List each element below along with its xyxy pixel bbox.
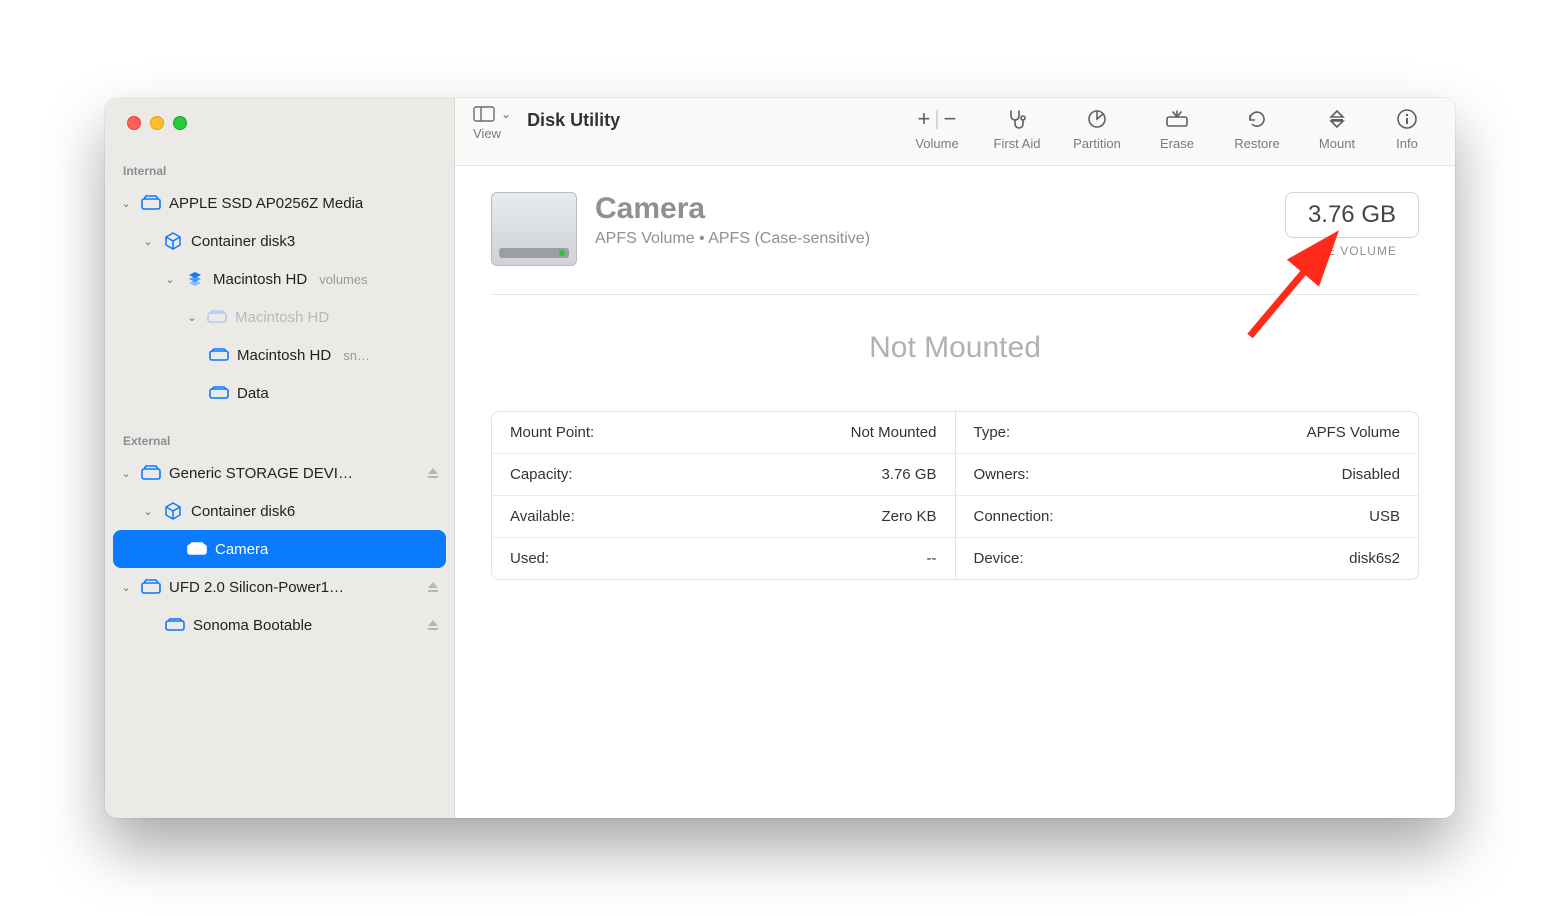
volume-icon [207,310,227,324]
volume-detail: Camera APFS Volume • APFS (Case-sensitiv… [455,166,1455,818]
drive-artwork [491,192,577,266]
sidebar-volume-group-macintosh-hd[interactable]: ⌄ Macintosh HD volumes [105,260,454,298]
stethoscope-icon [1006,106,1028,132]
erase-icon [1165,106,1189,132]
chevron-down-icon[interactable]: ⌄ [165,273,175,286]
hard-disk-icon [141,579,161,595]
volume-status: Not Mounted [491,331,1419,365]
eject-icon[interactable] [426,466,440,480]
detail-available: Available: Zero KB [492,495,955,537]
sidebar-volume-macintosh-hd[interactable]: Macintosh HD sn… [105,336,454,374]
chevron-down-icon[interactable]: ⌄ [121,467,131,480]
sidebar-container-disk3[interactable]: ⌄ Container disk3 [105,222,454,260]
restore-button[interactable]: Restore [1217,106,1297,151]
sidebar-item-label: Macintosh HD [237,347,331,364]
volume-name: Camera [595,192,870,226]
volume-icon [209,386,229,400]
sidebar-section-internal: Internal [105,156,454,184]
volume-icon [165,618,185,632]
sidebar-volume-macintosh-hd-unmounted[interactable]: ⌄ Macintosh HD [105,298,454,336]
sidebar-item-suffix: sn… [343,348,370,363]
volume-icon [187,542,207,556]
volume-group-icon [185,270,205,288]
eject-icon[interactable] [426,618,440,632]
info-button[interactable]: Info [1377,106,1437,151]
divider [491,294,1419,295]
detail-connection: Connection: USB [956,495,1419,537]
sidebar-item-label: Macintosh HD [213,271,307,288]
sidebar-toggle-icon [473,106,495,122]
detail-mount-point: Mount Point: Not Mounted [492,412,955,453]
sidebar-item-suffix: volumes [319,272,367,287]
detail-owners: Owners: Disabled [956,453,1419,495]
chevron-down-icon[interactable]: ⌄ [121,581,131,594]
sidebar: Internal ⌄ APPLE SSD AP0256Z Media ⌄ Con… [105,98,455,818]
hard-disk-icon [141,195,161,211]
view-label: View [473,126,501,141]
minimize-window-button[interactable] [150,116,164,130]
detail-used: Used: -- [492,537,955,579]
fullscreen-window-button[interactable] [173,116,187,130]
restore-icon [1246,106,1268,132]
sidebar-item-label: Container disk3 [191,233,295,250]
main-content: ⌄ View Disk Utility +|− Volume First [455,98,1455,818]
sidebar-item-label: UFD 2.0 Silicon-Power1… [169,579,344,596]
chevron-down-icon[interactable]: ⌄ [121,197,131,210]
chevron-down-icon[interactable]: ⌄ [143,505,153,518]
partition-button[interactable]: Partition [1057,106,1137,151]
mount-button[interactable]: Mount [1297,106,1377,151]
volume-subtitle: APFS Volume • APFS (Case-sensitive) [595,230,870,248]
sidebar-item-label: Macintosh HD [235,309,329,326]
hard-disk-icon [141,465,161,481]
volume-icon [209,348,229,362]
erase-button[interactable]: Erase [1137,106,1217,151]
eject-icon[interactable] [426,580,440,594]
sidebar-volume-camera[interactable]: Camera [113,530,446,568]
sidebar-item-label: Data [237,385,269,402]
sidebar-item-label: Container disk6 [191,503,295,520]
sidebar-item-label: Camera [215,541,268,558]
plus-minus-icon: +|− [918,106,957,132]
container-icon [163,502,183,520]
sidebar-disk-generic-storage[interactable]: ⌄ Generic STORAGE DEVI… [105,454,454,492]
first-aid-button[interactable]: First Aid [977,106,1057,151]
sidebar-item-label: Sonoma Bootable [193,617,312,634]
close-window-button[interactable] [127,116,141,130]
chevron-down-icon[interactable]: ⌄ [187,311,197,324]
sidebar-item-label: Generic STORAGE DEVI… [169,465,353,482]
sidebar-volume-sonoma-bootable[interactable]: Sonoma Bootable [105,606,454,644]
chevron-down-icon[interactable]: ⌄ [143,235,153,248]
container-icon [163,232,183,250]
sidebar-volume-data[interactable]: Data [105,374,454,412]
sidebar-section-external: External [105,426,454,454]
mount-icon [1326,106,1348,132]
sidebar-disk-internal[interactable]: ⌄ APPLE SSD AP0256Z Media [105,184,454,222]
detail-type: Type: APFS Volume [956,412,1419,453]
info-icon [1396,106,1418,132]
pie-chart-icon [1086,106,1108,132]
volume-button[interactable]: +|− Volume [897,106,977,151]
sidebar-item-label: APPLE SSD AP0256Z Media [169,195,363,212]
sidebar-container-disk6[interactable]: ⌄ Container disk6 [105,492,454,530]
volume-size-caption: ONE VOLUME [1285,244,1419,258]
sidebar-disk-ufd[interactable]: ⌄ UFD 2.0 Silicon-Power1… [105,568,454,606]
detail-capacity: Capacity: 3.76 GB [492,453,955,495]
volume-size: 3.76 GB [1285,192,1419,238]
view-menu[interactable]: ⌄ View [473,106,511,141]
toolbar: ⌄ View Disk Utility +|− Volume First [455,98,1455,166]
window-title: Disk Utility [527,110,620,131]
chevron-down-icon: ⌄ [501,107,511,121]
volume-details-table: Mount Point: Not Mounted Capacity: 3.76 … [491,411,1419,580]
window-controls [105,98,454,156]
disk-utility-window: Internal ⌄ APPLE SSD AP0256Z Media ⌄ Con… [105,98,1455,818]
detail-device: Device: disk6s2 [956,537,1419,579]
